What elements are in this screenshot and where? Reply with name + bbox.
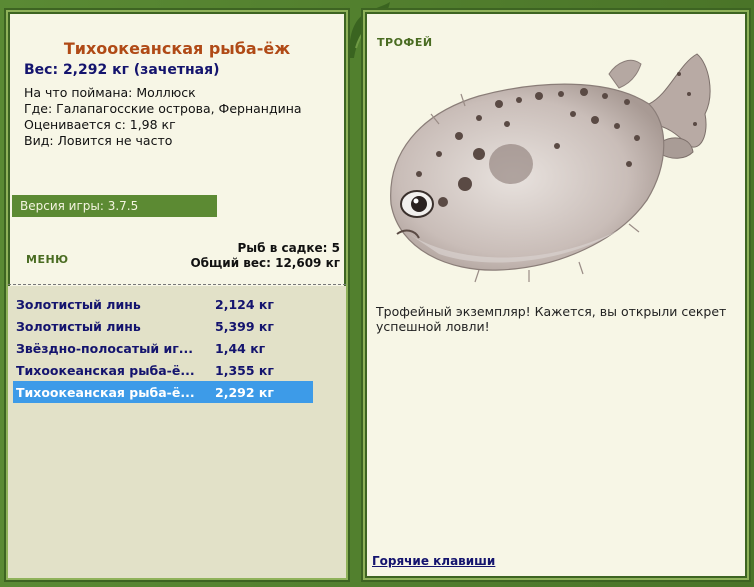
list-item-name: Золотистый линь xyxy=(16,318,141,334)
divider xyxy=(8,284,346,285)
fish-species: Вид: Ловится не часто xyxy=(24,133,173,148)
trophy-description: Трофейный экземпляр! Кажется, вы открыли… xyxy=(376,304,727,334)
fish-title: Тихоокеанская рыба-ёж xyxy=(63,39,291,58)
list-item-weight: 1,44 кг xyxy=(215,340,266,356)
catch-info-panel: Тихоокеанская рыба-ёж Вес: 2,292 кг (зач… xyxy=(6,10,348,580)
list-item[interactable]: Звёздно-полосатый иг... 1,44 кг xyxy=(13,337,313,359)
list-item[interactable]: Тихоокеанская рыба-ё... 1,355 кг xyxy=(13,359,313,381)
trophy-panel: ТРОФЕЙ Трофейный экземпляр! Кажется, вы … xyxy=(363,10,749,580)
list-item[interactable]: Золотистый линь 5,399 кг xyxy=(13,315,313,337)
list-item-weight: 1,355 кг xyxy=(215,362,274,378)
list-item-weight: 5,399 кг xyxy=(215,318,274,334)
fish-bait: На что поймана: Моллюск xyxy=(24,85,196,100)
list-item[interactable]: Тихоокеанская рыба-ё... 2,292 кг xyxy=(13,381,313,403)
cage-count: Рыб в садке: 5 xyxy=(237,241,341,255)
porcupine-fish-image xyxy=(390,53,711,283)
catch-list: Золотистый линь 2,124 кг Золотистый линь… xyxy=(13,293,313,403)
fish-location: Где: Галапагосские острова, Фернандина xyxy=(24,101,302,116)
menu-button[interactable]: МЕНЮ xyxy=(26,253,69,266)
fish-weight: Вес: 2,292 кг (зачетная) xyxy=(24,62,220,78)
list-item[interactable]: Золотистый линь 2,124 кг xyxy=(13,293,313,315)
cage-total-weight: Общий вес: 12,609 кг xyxy=(190,256,340,270)
list-item-weight: 2,292 кг xyxy=(215,384,274,400)
list-item-name: Тихоокеанская рыба-ё... xyxy=(16,384,195,400)
list-item-weight: 2,124 кг xyxy=(215,296,274,312)
fish-rated-from: Оценивается с: 1,98 кг xyxy=(24,117,176,132)
game-version: Версия игры: 3.7.5 xyxy=(12,195,217,217)
list-item-name: Звёздно-полосатый иг... xyxy=(16,340,194,356)
hotkeys-link[interactable]: Горячие клавиши xyxy=(372,554,495,568)
list-item-name: Золотистый линь xyxy=(16,296,141,312)
list-item-name: Тихоокеанская рыба-ё... xyxy=(16,362,195,378)
